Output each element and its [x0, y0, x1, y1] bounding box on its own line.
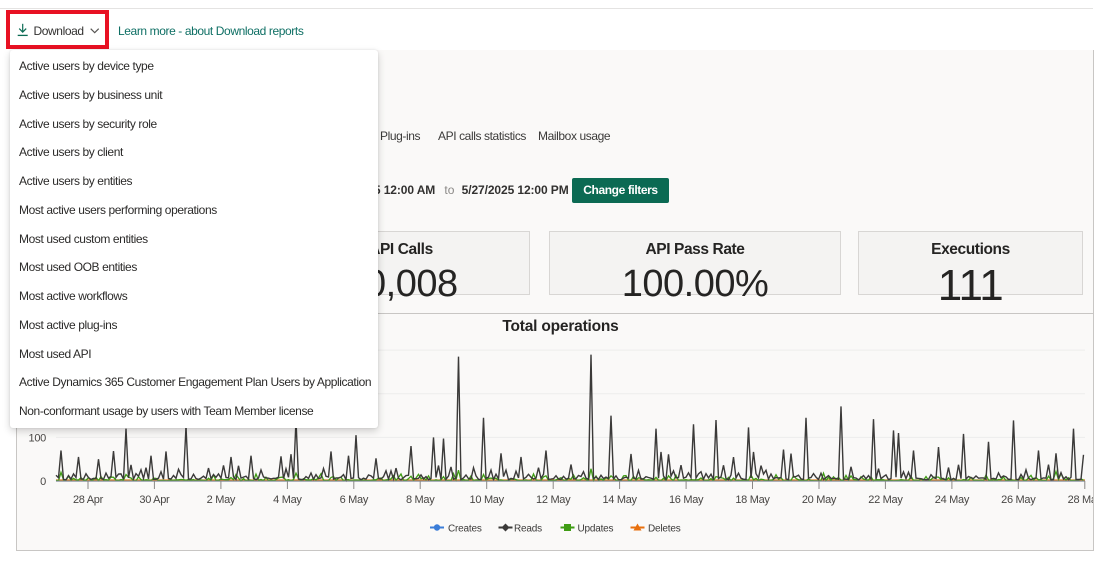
svg-text:28 May: 28 May	[1068, 494, 1093, 506]
svg-text:24 May: 24 May	[935, 494, 970, 506]
svg-text:Updates: Updates	[578, 524, 614, 535]
svg-text:18 May: 18 May	[735, 494, 770, 506]
svg-text:6 May: 6 May	[340, 494, 369, 506]
svg-text:Deletes: Deletes	[648, 524, 681, 535]
svg-text:12 May: 12 May	[536, 494, 571, 506]
svg-text:10 May: 10 May	[470, 494, 505, 506]
svg-text:28 Apr: 28 Apr	[73, 494, 104, 506]
svg-text:16 May: 16 May	[669, 494, 704, 506]
svg-text:4 May: 4 May	[273, 494, 302, 506]
svg-text:26 May: 26 May	[1001, 494, 1036, 506]
svg-text:20 May: 20 May	[802, 494, 837, 506]
svg-text:30 Apr: 30 Apr	[139, 494, 170, 506]
svg-text:100: 100	[29, 432, 47, 444]
svg-text:8 May: 8 May	[406, 494, 435, 506]
svg-text:0: 0	[40, 476, 46, 488]
svg-text:14 May: 14 May	[602, 494, 637, 506]
svg-text:Reads: Reads	[514, 524, 542, 535]
svg-text:2 May: 2 May	[207, 494, 236, 506]
svg-text:22 May: 22 May	[868, 494, 903, 506]
svg-text:Creates: Creates	[448, 524, 482, 535]
